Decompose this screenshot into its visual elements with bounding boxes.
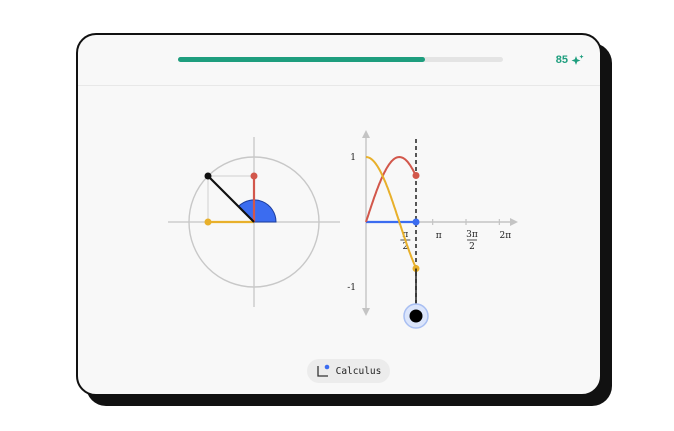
- x-tick-label: π: [436, 231, 442, 241]
- trig-diagram: 1-1 π2π 3π22π: [168, 130, 518, 329]
- sine-value-point: [412, 172, 420, 179]
- x-tick-label: 2π: [500, 231, 512, 241]
- sine-curve: [365, 155, 417, 223]
- angle-drag-handle[interactable]: [403, 303, 429, 329]
- function-graph-panel: 1-1 π2π 3π22π: [347, 130, 518, 316]
- sine-point: [250, 172, 258, 180]
- cosine-point: [204, 218, 212, 226]
- topic-chip[interactable]: Calculus: [307, 359, 390, 383]
- radius-line: [207, 175, 255, 223]
- x-tick-denominator: 2: [469, 242, 475, 252]
- y-tick-label: 1: [350, 153, 356, 163]
- x-tick-numerator: 3π: [466, 230, 478, 240]
- cosine-curve: [365, 156, 417, 269]
- y-axis-arrow-down: [362, 308, 370, 316]
- topic-label: Calculus: [335, 365, 382, 377]
- unit-circle-panel: [168, 137, 340, 307]
- circle-point: [204, 172, 212, 180]
- x-axis-arrow: [510, 218, 518, 226]
- y-tick-label: -1: [347, 283, 356, 293]
- angle-value-point: [412, 218, 420, 226]
- y-axis-arrow-up: [362, 130, 370, 138]
- chart-axes-icon: [316, 364, 330, 378]
- lesson-card: 85 1 -1 π 2 π 3π 2 2π Calculus: [76, 33, 602, 396]
